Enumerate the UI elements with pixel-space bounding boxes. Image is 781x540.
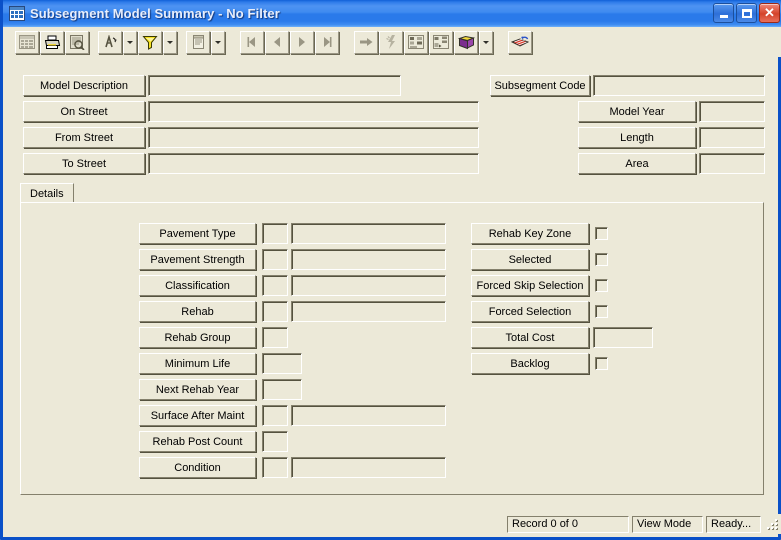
label-forced-selection[interactable]: Forced Selection <box>471 301 589 322</box>
input-pavement-strength-code[interactable] <box>262 249 288 270</box>
input-area[interactable] <box>699 153 765 174</box>
label-backlog[interactable]: Backlog <box>471 353 589 374</box>
details-panel: Pavement Type Pavement Strength Classifi… <box>20 202 764 495</box>
filter-icon[interactable] <box>138 30 162 54</box>
label-condition[interactable]: Condition <box>139 457 256 478</box>
header-panel: Model Description On Street From Street … <box>6 57 781 182</box>
label-total-cost[interactable]: Total Cost <box>471 327 589 348</box>
input-subsegment-code[interactable] <box>593 75 765 96</box>
status-mode: View Mode <box>632 515 703 533</box>
label-area[interactable]: Area <box>578 153 696 174</box>
label-pavement-type[interactable]: Pavement Type <box>139 223 256 244</box>
tab-strip: Details <box>20 183 764 203</box>
label-next-rehab-year[interactable]: Next Rehab Year <box>139 379 256 400</box>
goto-icon[interactable] <box>354 30 378 54</box>
grid-icon <box>9 6 25 21</box>
label-model-description[interactable]: Model Description <box>23 75 145 96</box>
input-classification-code[interactable] <box>262 275 288 296</box>
print-preview-icon[interactable] <box>65 30 89 54</box>
label-from-street[interactable]: From Street <box>23 127 145 148</box>
last-record-icon[interactable] <box>315 30 339 54</box>
previous-record-icon[interactable] <box>265 30 289 54</box>
input-total-cost[interactable] <box>593 327 653 348</box>
application-window: Subsegment Model Summary - No Filter ✕ M… <box>0 0 781 540</box>
input-length[interactable] <box>699 127 765 148</box>
input-condition-desc[interactable] <box>291 457 446 478</box>
label-classification[interactable]: Classification <box>139 275 256 296</box>
label-minimum-life[interactable]: Minimum Life <box>139 353 256 374</box>
window-controls: ✕ <box>713 3 780 23</box>
label-subsegment-code[interactable]: Subsegment Code <box>490 75 590 96</box>
report-dropdown-icon[interactable] <box>211 30 225 54</box>
input-classification-desc[interactable] <box>291 275 446 296</box>
label-on-street[interactable]: On Street <box>23 101 145 122</box>
first-record-icon[interactable] <box>240 30 264 54</box>
input-model-description[interactable] <box>148 75 401 96</box>
label-rehab-key-zone[interactable]: Rehab Key Zone <box>471 223 589 244</box>
label-rehab-group[interactable]: Rehab Group <box>139 327 256 348</box>
label-model-year[interactable]: Model Year <box>578 101 696 122</box>
input-rehab-group-code[interactable] <box>262 327 288 348</box>
resize-grip[interactable] <box>765 517 779 531</box>
input-rehab-post-count[interactable] <box>262 431 288 452</box>
title-bar[interactable]: Subsegment Model Summary - No Filter ✕ <box>3 0 781 27</box>
input-next-rehab-year[interactable] <box>262 379 302 400</box>
status-bar: Record 0 of 0 View Mode Ready... <box>6 514 781 534</box>
export-icon[interactable] <box>508 30 532 54</box>
structure-icon[interactable] <box>429 30 453 54</box>
window-title: Subsegment Model Summary - No Filter <box>30 6 280 21</box>
label-rehab-post-count[interactable]: Rehab Post Count <box>139 431 256 452</box>
input-rehab-code[interactable] <box>262 301 288 322</box>
hierarchy-icon[interactable] <box>404 30 428 54</box>
input-on-street[interactable] <box>148 101 479 122</box>
input-to-street[interactable] <box>148 153 479 174</box>
input-surface-after-maint-code[interactable] <box>262 405 288 426</box>
input-condition-code[interactable] <box>262 457 288 478</box>
label-length[interactable]: Length <box>578 127 696 148</box>
input-pavement-type-code[interactable] <box>262 223 288 244</box>
report-icon[interactable] <box>186 30 210 54</box>
input-from-street[interactable] <box>148 127 479 148</box>
input-pavement-strength-desc[interactable] <box>291 249 446 270</box>
label-to-street[interactable]: To Street <box>23 153 145 174</box>
status-record: Record 0 of 0 <box>507 515 629 533</box>
minimize-button[interactable] <box>713 3 734 23</box>
checkbox-rehab-key-zone[interactable] <box>595 227 608 240</box>
print-icon[interactable] <box>40 30 64 54</box>
checkbox-forced-selection[interactable] <box>595 305 608 318</box>
input-surface-after-maint-desc[interactable] <box>291 405 446 426</box>
label-surface-after-maint[interactable]: Surface After Maint <box>139 405 256 426</box>
next-record-icon[interactable] <box>290 30 314 54</box>
checkbox-backlog[interactable] <box>595 357 608 370</box>
input-pavement-type-desc[interactable] <box>291 223 446 244</box>
label-selected[interactable]: Selected <box>471 249 589 270</box>
input-rehab-desc[interactable] <box>291 301 446 322</box>
checkbox-selected[interactable] <box>595 253 608 266</box>
lightning-icon[interactable] <box>379 30 403 54</box>
status-state: Ready... <box>706 515 761 533</box>
label-rehab[interactable]: Rehab <box>139 301 256 322</box>
checkbox-forced-skip-selection[interactable] <box>595 279 608 292</box>
toolbar <box>6 27 781 57</box>
book-dropdown-icon[interactable] <box>479 30 493 54</box>
find-icon[interactable] <box>98 30 122 54</box>
tab-details[interactable]: Details <box>20 183 74 203</box>
maximize-button[interactable] <box>736 3 757 23</box>
input-model-year[interactable] <box>699 101 765 122</box>
find-dropdown-icon[interactable] <box>123 30 137 54</box>
label-forced-skip-selection[interactable]: Forced Skip Selection <box>471 275 589 296</box>
close-button[interactable]: ✕ <box>759 3 780 23</box>
input-minimum-life[interactable] <box>262 353 302 374</box>
label-pavement-strength[interactable]: Pavement Strength <box>139 249 256 270</box>
filter-dropdown-icon[interactable] <box>163 30 177 54</box>
book-icon[interactable] <box>454 30 478 54</box>
datasheet-icon[interactable] <box>15 30 39 54</box>
